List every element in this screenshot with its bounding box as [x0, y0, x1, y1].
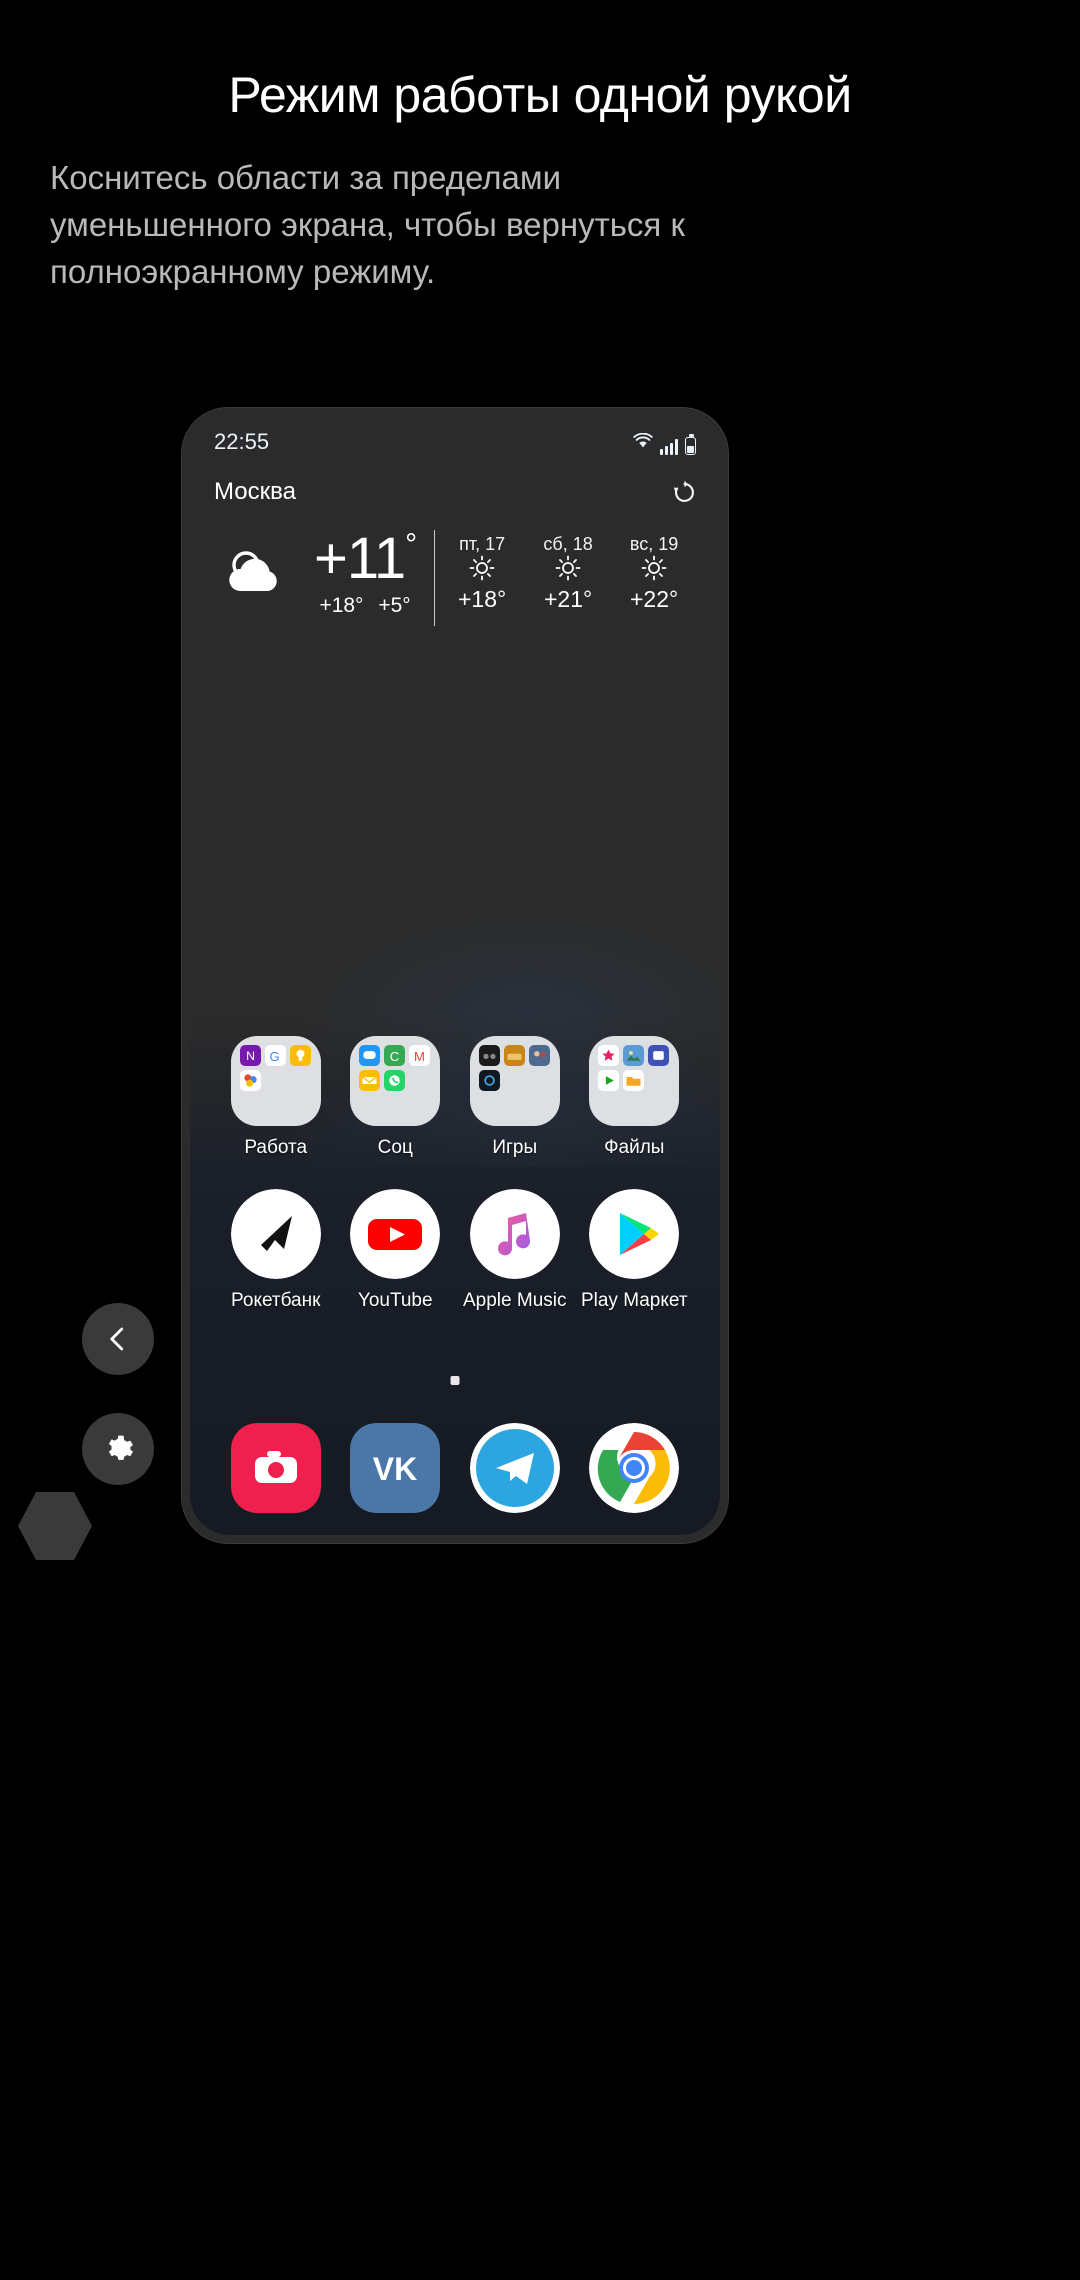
weather-forecast-list: пт, 17 +18° сб, 18 +21° вс, 19 +22°	[449, 530, 687, 613]
forecast-day-label: вс, 19	[629, 534, 679, 554]
wifi-icon	[633, 429, 653, 455]
forecast-day-temp: +22°	[629, 586, 679, 612]
folder-label: Файлы	[604, 1137, 665, 1158]
folder-soc[interactable]: C M Соц	[336, 1036, 456, 1159]
telegram-icon[interactable]	[469, 1423, 560, 1513]
gmail-icon: M	[409, 1045, 431, 1066]
weather-header: Москва	[214, 478, 698, 506]
back-chevron-icon	[103, 1324, 133, 1354]
folder-fayly[interactable]: Файлы	[575, 1036, 695, 1159]
hexagon-icon[interactable]	[18, 1486, 92, 1566]
signal-icon	[660, 438, 678, 455]
status-bar-icons	[633, 429, 696, 455]
app-play-market[interactable]: Play Маркет	[575, 1189, 695, 1312]
folder-preview	[469, 1036, 560, 1126]
settings-button[interactable]	[82, 1413, 154, 1485]
folder-row: N G Работа C M Соц Игры Файлы	[216, 1036, 694, 1159]
messages-icon	[359, 1045, 381, 1066]
svg-text:C: C	[390, 1049, 399, 1064]
refresh-icon[interactable]	[671, 479, 698, 506]
svg-text:N: N	[246, 1049, 255, 1063]
folder-igry[interactable]: Игры	[455, 1036, 575, 1159]
drive-icon	[648, 1045, 670, 1066]
screen-root: Режим работы одной рукой Коснитесь облас…	[0, 0, 1080, 2280]
dock: VK	[190, 1423, 720, 1513]
svg-text:VK: VK	[373, 1451, 417, 1487]
app-rocketbank[interactable]: Рокетбанк	[216, 1189, 336, 1312]
page-dot	[450, 1376, 460, 1385]
phone-screen[interactable]: 22:55 Москва +11° +18° +5° пт, 17 +18° с…	[190, 416, 720, 1535]
back-button[interactable]	[82, 1303, 154, 1375]
chrome-icon[interactable]	[589, 1423, 680, 1513]
folder-preview: C M	[350, 1036, 441, 1126]
home-screen-apps: N G Работа C M Соц Игры Файлы Рокетбанк …	[190, 1036, 720, 1342]
battery-icon	[685, 434, 696, 455]
camera-icon[interactable]	[230, 1423, 321, 1513]
forecast-day-label: пт, 17	[459, 534, 506, 554]
play-store-icon	[589, 1189, 680, 1279]
weather-high-low: +18° +5°	[314, 594, 416, 618]
folder-label: Соц	[377, 1137, 413, 1158]
forecast-day-label: сб, 18	[543, 534, 593, 554]
onenote-icon: N	[239, 1045, 261, 1066]
video-player-icon	[598, 1070, 620, 1091]
google-translate-icon: G	[264, 1045, 286, 1066]
weather-low: +5°	[378, 594, 411, 617]
weather-body: +11° +18° +5° пт, 17 +18° сб, 18 +21° вс…	[214, 530, 698, 626]
gallery-icon	[623, 1045, 645, 1066]
app-icon	[239, 1070, 261, 1091]
app-youtube[interactable]: YouTube	[336, 1189, 456, 1312]
app-label: Apple Music	[463, 1290, 567, 1311]
folder-rabota[interactable]: N G Работа	[216, 1036, 336, 1159]
app-label: YouTube	[357, 1290, 433, 1311]
apple-music-icon	[469, 1189, 560, 1279]
folder-label: Работа	[244, 1137, 308, 1158]
page-title: Режим работы одной рукой	[228, 67, 852, 123]
app-label: Рокетбанк	[231, 1290, 321, 1311]
gear-icon	[102, 1433, 134, 1465]
mail-icon	[359, 1070, 381, 1091]
sun-icon	[469, 555, 495, 585]
forecast-day-temp: +21°	[543, 586, 593, 612]
sun-icon	[555, 555, 581, 585]
folder-preview	[589, 1036, 680, 1126]
folder-preview: N G	[230, 1036, 321, 1126]
whatsapp-icon	[384, 1070, 406, 1091]
youtube-icon	[350, 1189, 441, 1279]
forecast-day[interactable]: сб, 18 +21°	[535, 534, 601, 613]
svg-text:M: M	[414, 1049, 425, 1064]
sun-icon	[641, 555, 667, 585]
game-icon	[478, 1045, 500, 1066]
game-icon	[478, 1070, 500, 1091]
app-label: Play Маркет	[580, 1290, 688, 1311]
weather-current: +11° +18° +5°	[214, 526, 417, 618]
weather-divider	[434, 530, 436, 626]
keep-icon	[289, 1045, 311, 1066]
status-bar-clock: 22:55	[214, 429, 270, 454]
vk-icon[interactable]: VK	[350, 1423, 441, 1513]
folder-label: Игры	[492, 1137, 538, 1158]
game-icon	[528, 1045, 550, 1066]
app-apple-music[interactable]: Apple Music	[455, 1189, 575, 1312]
game-icon	[503, 1045, 525, 1066]
svg-text:G: G	[269, 1049, 279, 1064]
weather-high: +18°	[319, 594, 364, 617]
app-row: Рокетбанк YouTube Apple Music Play Марке…	[216, 1189, 694, 1312]
files-icon	[598, 1045, 620, 1066]
status-bar: 22:55	[190, 416, 720, 468]
weather-widget[interactable]: Москва +11° +18° +5° пт, 17 +18° сб, 18 …	[190, 468, 720, 626]
forecast-day-temp: +18°	[457, 586, 507, 612]
weather-temperature-block: +11° +18° +5°	[314, 526, 417, 618]
page-subtitle: Коснитесь области за пределами уменьшенн…	[50, 159, 685, 290]
weather-city: Москва	[214, 478, 296, 505]
forecast-day[interactable]: пт, 17 +18°	[449, 534, 515, 613]
rocketbank-icon	[230, 1189, 321, 1279]
cloudy-icon	[220, 545, 298, 603]
contacts-icon: C	[384, 1045, 406, 1066]
folder-icon	[623, 1070, 645, 1091]
forecast-day[interactable]: вс, 19 +22°	[621, 534, 687, 613]
weather-current-temp: +11°	[314, 526, 417, 591]
one-handed-mini-screen[interactable]: 22:55 Москва +11° +18° +5° пт, 17 +18° с…	[182, 408, 728, 1543]
